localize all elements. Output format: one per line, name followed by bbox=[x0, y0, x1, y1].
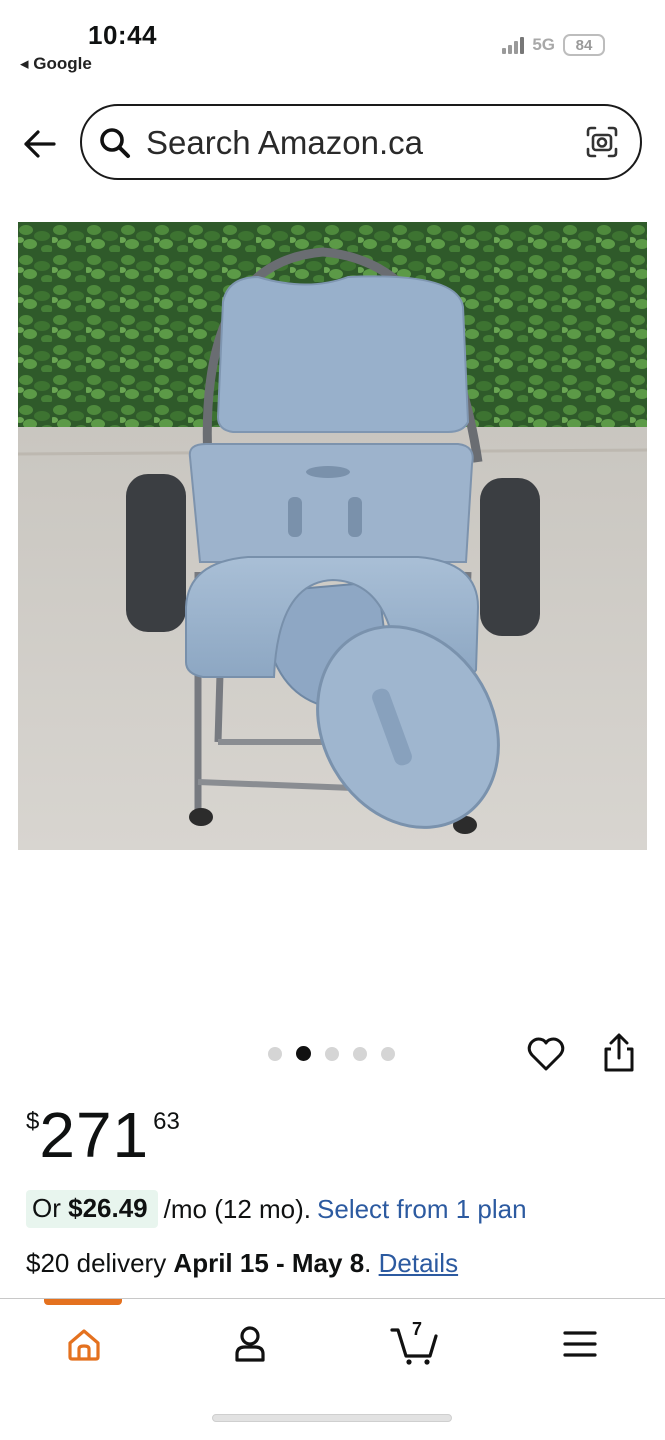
cart-count: 7 bbox=[412, 1319, 423, 1339]
financing-line: Or $26.49 /mo (12 mo). Select from 1 pla… bbox=[26, 1190, 527, 1228]
share-icon[interactable] bbox=[600, 1032, 638, 1074]
commode-chair-illustration bbox=[18, 222, 647, 850]
back-arrow-icon[interactable] bbox=[20, 124, 60, 164]
search-icon bbox=[100, 128, 130, 158]
monthly-amount: $26.49 bbox=[68, 1193, 148, 1223]
network-type: 5G bbox=[532, 35, 555, 54]
select-plan-link[interactable]: Select from 1 plan bbox=[317, 1194, 527, 1225]
search-bar[interactable] bbox=[80, 104, 642, 180]
search-input[interactable] bbox=[146, 122, 566, 164]
delivery-suffix: . bbox=[364, 1248, 379, 1278]
battery-icon: 84 bbox=[563, 34, 605, 56]
battery-level: 84 bbox=[575, 36, 593, 54]
account-icon bbox=[235, 1326, 265, 1362]
delivery-line: $20 delivery April 15 - May 8. Details bbox=[26, 1248, 458, 1279]
nav-cart[interactable]: 7 bbox=[384, 1319, 444, 1367]
nav-home[interactable] bbox=[54, 1321, 114, 1367]
active-tab-indicator bbox=[44, 1299, 122, 1305]
monthly-price-badge: Or $26.49 bbox=[26, 1190, 158, 1228]
carousel-dot[interactable] bbox=[353, 1046, 367, 1061]
home-indicator[interactable] bbox=[212, 1414, 452, 1422]
price-currency: $ bbox=[26, 1108, 40, 1135]
carousel-dot-active[interactable] bbox=[296, 1046, 311, 1061]
heart-icon[interactable] bbox=[526, 1034, 566, 1074]
nav-account[interactable] bbox=[220, 1321, 280, 1367]
price-fraction: 63 bbox=[153, 1108, 180, 1135]
carousel-dot[interactable] bbox=[381, 1046, 395, 1061]
carousel-dot[interactable] bbox=[268, 1046, 282, 1061]
back-to-google-link[interactable]: ◂ Google bbox=[20, 54, 92, 74]
product-price: $ 271 63 bbox=[26, 1100, 180, 1170]
nav-menu[interactable] bbox=[550, 1321, 610, 1367]
delivery-details-link[interactable]: Details bbox=[379, 1248, 458, 1278]
financing-terms: /mo (12 mo). bbox=[163, 1193, 312, 1224]
price-whole: 271 bbox=[39, 1099, 150, 1171]
carousel-dot[interactable] bbox=[325, 1046, 339, 1061]
delivery-dates: April 15 - May 8 bbox=[173, 1248, 365, 1278]
product-image[interactable] bbox=[18, 222, 647, 850]
signal-icon bbox=[502, 36, 525, 54]
image-carousel-dots[interactable] bbox=[268, 1046, 395, 1061]
home-icon bbox=[68, 1329, 100, 1361]
delivery-cost: $20 delivery bbox=[26, 1248, 174, 1278]
status-time: 10:44 bbox=[88, 20, 157, 50]
search-header bbox=[0, 100, 665, 186]
camera-icon[interactable] bbox=[584, 124, 620, 160]
menu-icon bbox=[563, 1331, 597, 1357]
status-bar: 10:44 ◂ Google 5G 84 bbox=[0, 0, 665, 90]
status-indicators: 5G 84 bbox=[502, 34, 605, 56]
financing-prefix: Or bbox=[32, 1193, 69, 1223]
